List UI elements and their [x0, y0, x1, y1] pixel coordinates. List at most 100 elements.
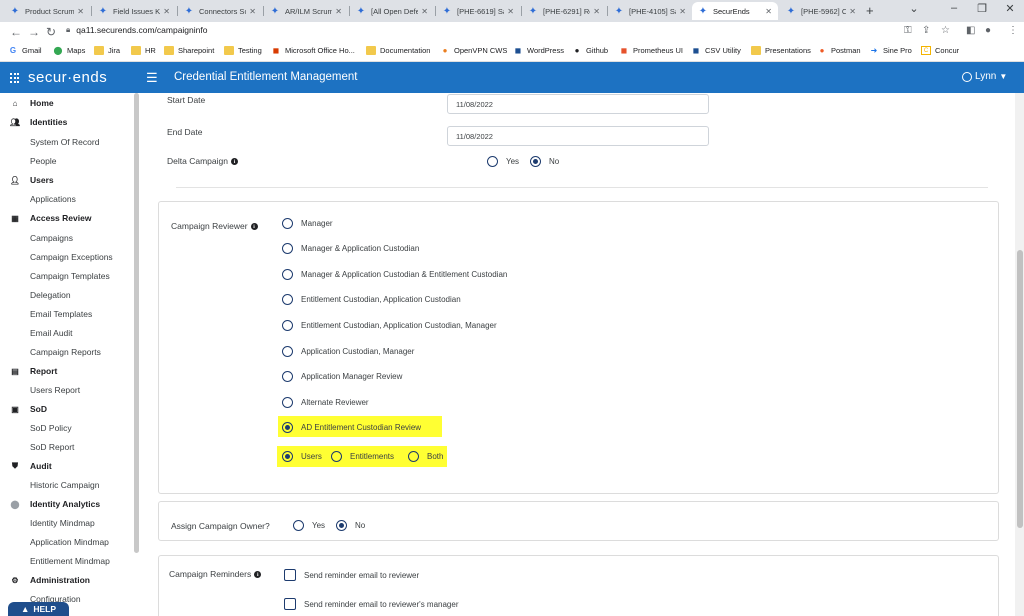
bookmark-prometheus[interactable]: ◼ Prometheus UI	[619, 46, 683, 55]
bookmark-gmail[interactable]: G Gmail	[8, 46, 42, 55]
bookmark-wordpress[interactable]: ◼ WordPress	[513, 46, 564, 55]
sidebar-item-identities[interactable]: 👥︎ Identities	[0, 117, 134, 127]
sidebar-item-people[interactable]: People	[0, 156, 134, 166]
bookmark-github[interactable]: ● Github	[572, 46, 609, 55]
bookmark-jira[interactable]: Jira	[94, 46, 120, 55]
browser-tab-active[interactable]: ✦ SecurEnds ✕	[692, 2, 778, 20]
sidebar-scrollbar[interactable]	[134, 93, 139, 553]
close-tab-icon[interactable]: ✕	[335, 7, 342, 16]
browser-tab[interactable]: ✦ AR/ILM Scrum ✕	[264, 2, 348, 20]
close-tab-icon[interactable]: ✕	[765, 7, 772, 16]
restore-icon[interactable]: ❐	[972, 2, 992, 15]
start-date-input[interactable]: 11/08/2022	[447, 94, 709, 114]
owner-no-radio[interactable]: No	[336, 520, 365, 531]
sidebar-item-sod-report[interactable]: SoD Report	[0, 442, 134, 452]
bookmark-star-icon[interactable]: ☆	[941, 25, 950, 36]
browser-tab[interactable]: ✦ Field Issues Ka ✕	[92, 2, 176, 20]
sidebar-item-applications[interactable]: Applications	[0, 194, 134, 204]
share-icon[interactable]: ⇪	[922, 25, 930, 36]
bookmark-hr[interactable]: HR	[131, 46, 156, 55]
info-icon[interactable]: i	[250, 223, 258, 231]
scope-entitlements-radio[interactable]: Entitlements	[331, 451, 394, 462]
bookmark-documentation[interactable]: Documentation	[366, 46, 430, 55]
close-tab-icon[interactable]: ✕	[249, 7, 256, 16]
bookmark-openvpn[interactable]: ● OpenVPN CWS	[440, 46, 508, 55]
bookmark-csv-utility[interactable]: ◼ CSV Utility	[691, 46, 741, 55]
reminder-manager-checkbox[interactable]: Send reminder email to reviewer's manage…	[284, 598, 458, 610]
close-tab-icon[interactable]: ✕	[421, 7, 428, 16]
scope-both-radio[interactable]: Both	[408, 451, 443, 462]
bookmark-presentations[interactable]: Presentations	[751, 46, 811, 55]
app-logo[interactable]: secur·ends	[28, 69, 107, 86]
sidebar-item-report[interactable]: ▤ Report	[0, 366, 134, 376]
reviewer-option-manager-app-ent-custodian[interactable]: Manager & Application Custodian & Entitl…	[282, 269, 507, 280]
reviewer-option-manager[interactable]: Manager	[282, 218, 333, 229]
bookmark-sine-pro[interactable]: ➜ Sine Pro	[869, 46, 912, 55]
key-icon[interactable]: ⚿	[904, 25, 912, 36]
sidebar-item-campaign-reports[interactable]: Campaign Reports	[0, 347, 134, 357]
reviewer-option-alternate-reviewer[interactable]: Alternate Reviewer	[282, 397, 369, 408]
sidebar-item-sod-policy[interactable]: SoD Policy	[0, 423, 134, 433]
profile-icon[interactable]: ●	[985, 25, 991, 36]
main-scrollbar-thumb[interactable]	[1017, 250, 1023, 528]
bookmark-postman[interactable]: ● Postman	[817, 46, 861, 55]
sidebar-item-historic-campaign[interactable]: Historic Campaign	[0, 480, 134, 490]
sidebar-item-identity-mindmap[interactable]: Identity Mindmap	[0, 518, 134, 528]
owner-yes-radio[interactable]: Yes	[293, 520, 325, 531]
info-icon[interactable]: i	[254, 571, 262, 579]
sidebar-item-access-review[interactable]: ▦ Access Review	[0, 213, 134, 223]
close-window-icon[interactable]: ✕	[1000, 2, 1020, 15]
forward-icon[interactable]: →	[28, 25, 40, 39]
browser-tab[interactable]: ✦ [PHE-6291] Re ✕	[522, 2, 606, 20]
sidebar-item-campaign-templates[interactable]: Campaign Templates	[0, 271, 134, 281]
delta-no-radio[interactable]: No	[530, 156, 559, 167]
bookmark-testing[interactable]: Testing	[224, 46, 262, 55]
reviewer-option-app-manager-review[interactable]: Application Manager Review	[282, 371, 402, 382]
browser-tab[interactable]: ✦[PHE-5962] Ca✕	[780, 2, 862, 20]
sidebar-item-campaign-exceptions[interactable]: Campaign Exceptions	[0, 252, 134, 262]
info-icon[interactable]: i	[230, 158, 238, 166]
apps-grid-icon[interactable]	[10, 73, 20, 83]
browser-tab[interactable]: ✦ [All Open Defe ✕	[350, 2, 434, 20]
minimize-icon[interactable]: –	[944, 2, 964, 14]
user-menu[interactable]: Lynn ▼	[962, 71, 1007, 82]
sidebar-item-entitlement-mindmap[interactable]: Entitlement Mindmap	[0, 556, 134, 566]
end-date-input[interactable]: 11/08/2022	[447, 126, 709, 146]
bookmark-office[interactable]: ◼ Microsoft Office Ho...	[271, 46, 355, 55]
bookmark-maps[interactable]: ⬤ Maps	[53, 46, 86, 55]
hamburger-menu-icon[interactable]: ☰	[146, 70, 158, 86]
close-tab-icon[interactable]: ✕	[679, 7, 686, 16]
browser-tab[interactable]: ✦ Connectors Sc ✕	[178, 2, 262, 20]
close-tab-icon[interactable]: ✕	[849, 7, 856, 16]
browser-menu-icon[interactable]: ⋮	[1008, 25, 1018, 36]
bookmark-sharepoint[interactable]: Sharepoint	[164, 46, 214, 55]
tab-search-icon[interactable]: ⌄	[904, 2, 924, 15]
help-button[interactable]: ▲ HELP	[8, 602, 69, 616]
reviewer-option-app-custodian-manager[interactable]: Application Custodian, Manager	[282, 346, 414, 357]
delta-yes-radio[interactable]: Yes	[487, 156, 519, 167]
reviewer-option-manager-app-custodian[interactable]: Manager & Application Custodian	[282, 243, 419, 254]
sidebar-item-administration[interactable]: ⚙ Administration	[0, 575, 134, 585]
browser-tab[interactable]: ✦ Product Scrum ✕	[4, 2, 90, 20]
sidebar-item-identity-analytics[interactable]: ⬤ Identity Analytics	[0, 499, 134, 509]
url-field[interactable]: 🔒︎ qa11.securends.com/campaigninfo	[66, 25, 207, 35]
sidebar-item-sod[interactable]: ▣ SoD	[0, 404, 134, 414]
sidebar-item-delegation[interactable]: Delegation	[0, 290, 134, 300]
sidebar-item-home[interactable]: ⌂ Home	[0, 98, 134, 108]
sidebar-item-application-mindmap[interactable]: Application Mindmap	[0, 537, 134, 547]
close-tab-icon[interactable]: ✕	[77, 7, 84, 16]
scope-users-radio[interactable]: Users	[282, 451, 322, 462]
sidebar-item-campaigns[interactable]: Campaigns	[0, 233, 134, 243]
close-tab-icon[interactable]: ✕	[163, 7, 170, 16]
close-tab-icon[interactable]: ✕	[593, 7, 600, 16]
reminder-reviewer-checkbox[interactable]: Send reminder email to reviewer	[284, 569, 419, 581]
back-icon[interactable]: ←	[10, 25, 22, 39]
side-panel-icon[interactable]: ◧	[966, 25, 975, 36]
reviewer-option-ent-app-custodian-manager[interactable]: Entitlement Custodian, Application Custo…	[282, 320, 497, 331]
browser-tab[interactable]: ✦ [PHE-6619] Sa ✕	[436, 2, 520, 20]
close-tab-icon[interactable]: ✕	[507, 7, 514, 16]
reviewer-option-ad-entitlement-custodian[interactable]: AD Entitlement Custodian Review	[282, 422, 421, 433]
reload-icon[interactable]: ↻	[46, 25, 56, 39]
browser-tab[interactable]: ✦ [PHE-4105] Sa ✕	[608, 2, 692, 20]
new-tab-icon[interactable]: +	[866, 3, 874, 18]
